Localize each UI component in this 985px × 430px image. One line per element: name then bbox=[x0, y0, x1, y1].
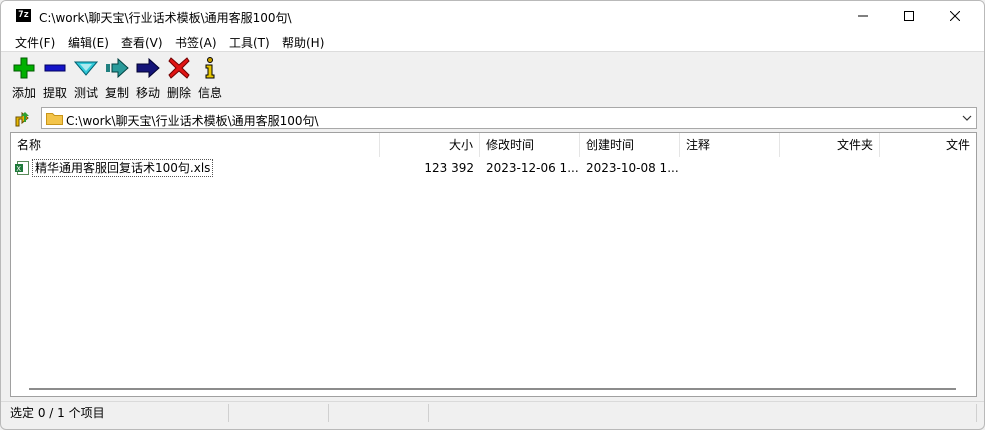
column-header-created[interactable]: 创建时间 bbox=[580, 133, 680, 157]
test-button[interactable]: 测试 bbox=[69, 56, 103, 101]
column-header-files[interactable]: 文件 bbox=[880, 133, 976, 157]
status-segment-4 bbox=[429, 404, 977, 422]
horizontal-scrollbar[interactable] bbox=[29, 388, 956, 390]
extract-button[interactable]: 提取 bbox=[38, 56, 72, 101]
column-header-name[interactable]: 名称 bbox=[11, 133, 380, 157]
menu-help[interactable]: 帮助(H) bbox=[282, 34, 324, 51]
status-bar: 选定 0 / 1 个项目 bbox=[1, 401, 984, 424]
extract-label: 提取 bbox=[42, 86, 67, 100]
menu-bar: 文件(F) 编辑(E) 查看(V) 书签(A) 工具(T) 帮助(H) bbox=[1, 31, 984, 52]
plus-icon bbox=[12, 56, 36, 80]
test-label: 测试 bbox=[73, 86, 98, 100]
status-segment-3 bbox=[329, 404, 429, 422]
menu-file[interactable]: 文件(F) bbox=[15, 34, 55, 51]
address-bar[interactable]: C:\work\聊天宝\行业话术模板\通用客服100句\ bbox=[41, 107, 977, 129]
copy-arrow-icon bbox=[105, 56, 129, 80]
delete-button[interactable]: 删除 bbox=[162, 56, 196, 101]
copy-label: 复制 bbox=[104, 86, 129, 100]
file-created: 2023-10-08 1... bbox=[586, 161, 678, 175]
copy-button[interactable]: 复制 bbox=[100, 56, 134, 101]
toolbar: 添加 提取 测试 复制 移动 删除 信息 bbox=[1, 52, 984, 104]
status-segment-2 bbox=[229, 404, 329, 422]
column-header-size[interactable]: 大小 bbox=[380, 133, 480, 157]
app-window: 7z C:\work\聊天宝\行业话术模板\通用客服100句\ 文件(F) 编辑… bbox=[0, 0, 985, 430]
move-label: 移动 bbox=[135, 86, 160, 100]
window-title: C:\work\聊天宝\行业话术模板\通用客服100句\ bbox=[39, 11, 292, 25]
status-selection: 选定 0 / 1 个项目 bbox=[1, 404, 229, 422]
move-button[interactable]: 移动 bbox=[131, 56, 165, 101]
menu-view[interactable]: 查看(V) bbox=[121, 34, 163, 51]
menu-bookmarks[interactable]: 书签(A) bbox=[175, 34, 217, 51]
close-icon bbox=[950, 11, 960, 21]
delete-x-icon bbox=[167, 56, 191, 80]
column-header-folders[interactable]: 文件夹 bbox=[780, 133, 880, 157]
menu-edit[interactable]: 编辑(E) bbox=[68, 34, 109, 51]
minus-icon bbox=[43, 56, 67, 80]
address-row: C:\work\聊天宝\行业话术模板\通用客服100句\ bbox=[1, 106, 984, 132]
minimize-icon bbox=[858, 15, 868, 17]
file-comment bbox=[686, 158, 778, 178]
table-row[interactable]: X 精华通用客服回复话术100句.xls 123 392 2023-12-06 … bbox=[11, 158, 976, 178]
menu-tools[interactable]: 工具(T) bbox=[229, 34, 270, 51]
file-list[interactable]: 名称 大小 修改时间 创建时间 注释 文件夹 文件 X 精华通用客服回复话术10… bbox=[10, 132, 977, 397]
check-chevron-icon bbox=[74, 56, 98, 80]
close-button[interactable] bbox=[932, 1, 978, 31]
file-name[interactable]: 精华通用客服回复话术100句.xls bbox=[32, 159, 214, 177]
file-size: 123 392 bbox=[424, 161, 474, 175]
add-label: 添加 bbox=[11, 86, 36, 100]
add-button[interactable]: 添加 bbox=[7, 56, 41, 101]
column-header-modified[interactable]: 修改时间 bbox=[480, 133, 580, 157]
up-folder-button[interactable] bbox=[11, 108, 33, 130]
chevron-down-icon[interactable] bbox=[961, 112, 973, 124]
address-path: C:\work\聊天宝\行业话术模板\通用客服100句\ bbox=[66, 114, 319, 128]
app-icon: 7z bbox=[16, 9, 31, 22]
file-folders bbox=[786, 158, 878, 178]
info-label: 信息 bbox=[197, 86, 222, 100]
svg-text:X: X bbox=[16, 165, 21, 173]
excel-file-icon: X bbox=[15, 161, 29, 175]
delete-label: 删除 bbox=[166, 86, 191, 100]
list-header: 名称 大小 修改时间 创建时间 注释 文件夹 文件 bbox=[11, 133, 976, 157]
move-arrow-icon bbox=[136, 56, 160, 80]
folder-icon bbox=[46, 113, 63, 125]
info-icon bbox=[198, 56, 222, 80]
minimize-button[interactable] bbox=[840, 1, 886, 31]
file-files bbox=[886, 158, 974, 178]
up-arrow-icon bbox=[15, 111, 29, 127]
maximize-icon bbox=[904, 11, 914, 21]
file-modified: 2023-12-06 1... bbox=[486, 161, 578, 175]
info-button[interactable]: 信息 bbox=[193, 56, 227, 101]
title-bar[interactable]: 7z C:\work\聊天宝\行业话术模板\通用客服100句\ bbox=[1, 1, 984, 31]
column-header-comment[interactable]: 注释 bbox=[680, 133, 780, 157]
maximize-button[interactable] bbox=[886, 1, 932, 31]
